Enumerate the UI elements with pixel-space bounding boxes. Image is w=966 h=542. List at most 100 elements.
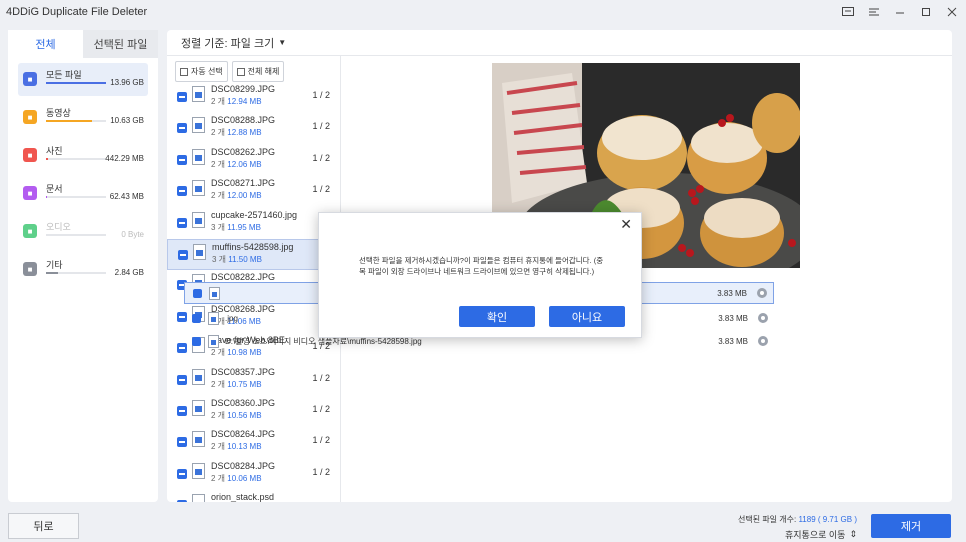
checkbox[interactable]	[192, 313, 201, 323]
checkbox[interactable]	[177, 217, 187, 228]
auto-select-button[interactable]: 자동 선택	[175, 61, 228, 82]
image-file-icon	[192, 86, 205, 102]
minimize-icon[interactable]	[892, 4, 908, 20]
file-name: DSC08284.JPG	[211, 460, 276, 471]
list-item[interactable]: DSC08288.JPG 2 개 12.88 MB 1 / 2	[167, 113, 340, 144]
image-file-icon	[209, 286, 220, 300]
file-meta: 3 개 11.50 MB	[212, 254, 262, 265]
list-item[interactable]: DSC08284.JPG 2 개 10.06 MB 1 / 2	[167, 459, 340, 490]
deselect-all-button[interactable]: 전체 해제	[231, 61, 285, 82]
checkbox[interactable]	[177, 500, 187, 502]
tab-selected-files[interactable]: 선택된 파일	[83, 30, 158, 58]
file-meta: 2 개 10.75 MB	[211, 379, 262, 390]
checkbox[interactable]	[177, 154, 187, 165]
category-label: 사진	[46, 146, 63, 156]
image-file-icon	[192, 431, 205, 448]
list-item[interactable]: muffins-5428598.jpg3 개 11.50 MB2	[167, 238, 340, 271]
file-size: 10.56 MB	[227, 410, 262, 420]
checkbox[interactable]	[177, 405, 187, 416]
list-item[interactable]: orion_stack.psd	[167, 490, 340, 502]
category-label: 문서	[46, 184, 63, 194]
file-size: 12.88 MB	[227, 128, 262, 138]
close-icon[interactable]	[944, 4, 960, 20]
dialog-message: 선택한 파일을 제거하시겠습니까?이 파일들은 컴퓨터 휴지통에 들어갑니다. …	[359, 256, 604, 276]
file-count: 2 개	[211, 442, 226, 452]
image-file-icon	[192, 148, 205, 165]
close-icon[interactable]: ✕	[620, 216, 632, 233]
remove-button[interactable]: 제거	[871, 514, 951, 538]
tab-all[interactable]: 전체	[8, 30, 83, 58]
sidebar-tabs: 전체 선택된 파일	[8, 30, 158, 58]
selection-ratio: 1 / 2	[312, 372, 330, 383]
file-name: orion_stack.psd	[211, 492, 275, 502]
category-sidebar: 전체 선택된 파일 ■ 모든 파일 13.96 GB ■ 동영상 10.63 GB ■ 사진 4…	[8, 30, 158, 502]
confirm-button[interactable]: 확인	[459, 306, 535, 327]
other-icon: ■	[23, 262, 37, 276]
file-size: 10.06 MB	[227, 473, 262, 483]
list-item[interactable]: DSC08360.JPG 2 개 10.56 MB 1 / 2	[167, 396, 340, 427]
category-size: 10.63 GB	[110, 116, 144, 125]
list-item[interactable]: DSC08271.JPG 2 개 12.00 MB 1 / 2	[167, 176, 340, 207]
checkbox[interactable]	[177, 374, 187, 385]
duplicate-group-list[interactable]: 자동 선택 전체 해제 DSC08299.JPG 2 개 12.94 MB 1 / …	[167, 56, 341, 502]
auto-select-icon	[180, 67, 188, 76]
category-usage-bar	[46, 158, 106, 160]
feedback-icon[interactable]	[840, 4, 856, 20]
category-other[interactable]: ■ 기타 2.84 GB	[18, 253, 148, 286]
category-list: ■ 모든 파일 13.96 GB ■ 동영상 10.63 GB ■ 사진 442.29 MB ■ 문…	[8, 63, 158, 286]
category-size: 0 Byte	[121, 230, 144, 239]
selected-count: 1189	[798, 515, 816, 524]
checkbox[interactable]	[177, 123, 187, 134]
file-count: 2 개	[211, 128, 226, 138]
file-name: cupcake-2571460.jpg	[211, 209, 298, 220]
checkbox[interactable]	[177, 437, 187, 448]
category-video[interactable]: ■ 동영상 10.63 GB	[18, 101, 148, 134]
maximize-icon[interactable]	[918, 4, 934, 20]
file-size: 3.83 MB	[717, 288, 747, 298]
list-item[interactable]: DSC08262.JPG 2 개 12.06 MB 1 / 2	[167, 145, 340, 176]
image-file-icon	[192, 368, 205, 385]
image-file-icon	[192, 399, 205, 416]
sort-dropdown[interactable]: 정렬 기준: 파일 크기 ▼	[167, 30, 952, 56]
checkbox[interactable]	[178, 249, 188, 260]
menu-icon[interactable]	[866, 4, 882, 20]
file-size: 12.06 MB	[227, 159, 262, 169]
file-meta: 2 개 12.06 MB	[211, 159, 262, 170]
list-item[interactable]: cupcake-2571460.jpg 3 개 11.95 MB	[167, 208, 340, 239]
selection-ratio: 1 / 2	[312, 403, 330, 414]
file-name: DSC08288.JPG	[211, 115, 276, 126]
file-size: 3.83 MB	[718, 313, 748, 323]
file-size: 11.50 MB	[228, 254, 262, 264]
category-usage-bar	[46, 272, 106, 274]
category-document[interactable]: ■ 문서 62.43 MB	[18, 177, 148, 210]
file-meta: 2 개 12.94 MB	[211, 96, 262, 107]
category-folder[interactable]: ■ 모든 파일 13.96 GB	[18, 63, 148, 96]
photo-icon: ■	[23, 148, 37, 162]
back-button[interactable]: 뒤로	[8, 513, 79, 539]
file-size: 10.13 MB	[227, 442, 262, 452]
file-name: DSC08264.JPG	[211, 429, 276, 440]
recycle-option[interactable]: 휴지통으로 이동 ⇕	[785, 528, 857, 541]
category-size: 442.29 MB	[105, 154, 144, 163]
checkbox[interactable]	[177, 92, 187, 102]
category-usage-bar	[46, 120, 106, 122]
checkbox[interactable]	[192, 336, 201, 346]
cancel-button[interactable]: 아니요	[549, 306, 625, 327]
selection-summary: 선택된 파일 개수: 1189 ( 9.71 GB )	[738, 514, 857, 525]
confirm-dialog: ✕ 선택한 파일을 제거하시겠습니까?이 파일들은 컴퓨터 휴지통에 들어갑니다…	[318, 212, 642, 338]
file-count: 2 개	[211, 379, 226, 389]
file-name: DSC08357.JPG	[211, 366, 276, 377]
checkbox[interactable]	[177, 186, 187, 197]
list-item[interactable]: DSC08357.JPG 2 개 10.75 MB 1 / 2	[167, 365, 340, 396]
checkbox[interactable]	[177, 468, 187, 479]
file-size: 11.95 MB	[227, 222, 261, 232]
locate-icon[interactable]	[758, 336, 768, 346]
category-photo[interactable]: ■ 사진 442.29 MB	[18, 139, 148, 172]
selection-ratio: 1 / 2	[312, 435, 330, 446]
list-item[interactable]: DSC08299.JPG 2 개 12.94 MB 1 / 2	[167, 82, 340, 113]
list-item[interactable]: DSC08264.JPG 2 개 10.13 MB 1 / 2	[167, 427, 340, 458]
audio-icon: ■	[23, 224, 37, 238]
locate-icon[interactable]	[757, 288, 767, 298]
locate-icon[interactable]	[758, 313, 768, 323]
checkbox[interactable]	[193, 288, 202, 298]
